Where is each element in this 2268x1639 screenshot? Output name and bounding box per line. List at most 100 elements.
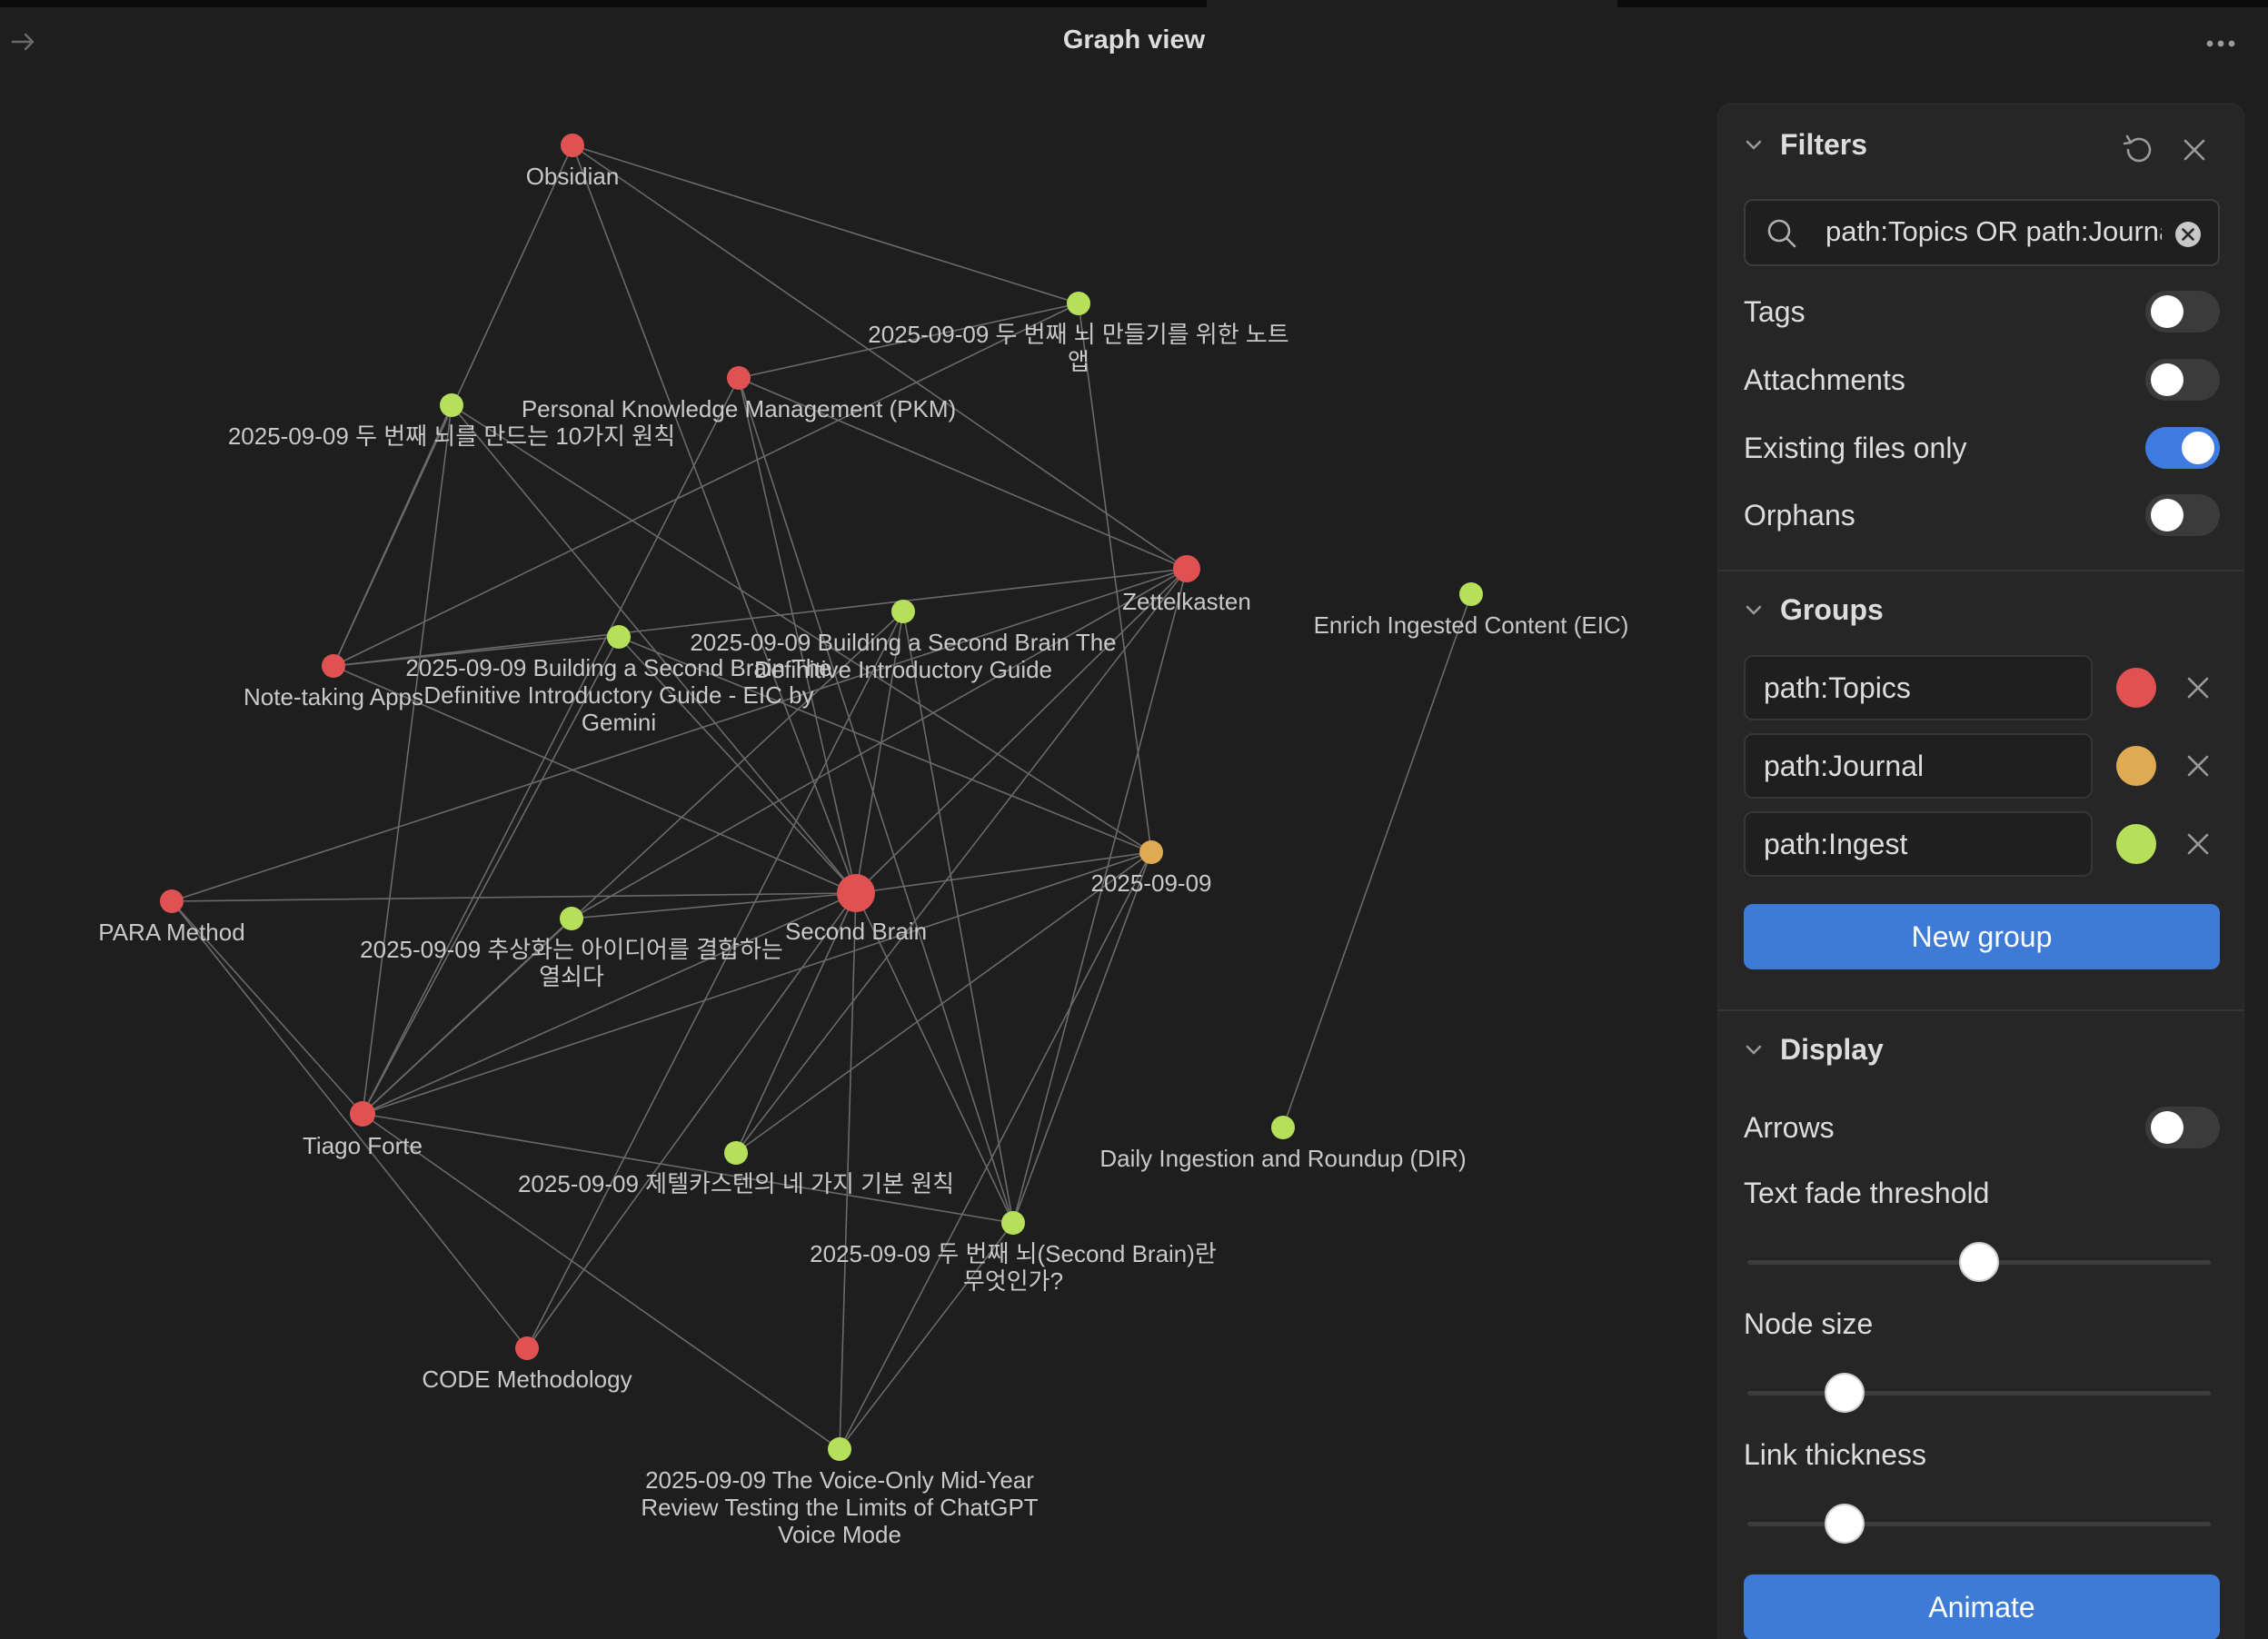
toggle-knob bbox=[2151, 363, 2183, 396]
groups-header[interactable]: Groups bbox=[1742, 593, 1884, 627]
graph-node-label: 2025-09-09 The Voice-Only Mid-Year Review… bbox=[641, 1466, 1038, 1548]
slider-track bbox=[1747, 1522, 2211, 1526]
graph-node-para[interactable] bbox=[160, 889, 184, 913]
graph-node-label: CODE Methodology bbox=[422, 1366, 632, 1393]
text-fade-label: Text fade threshold bbox=[1744, 1177, 1990, 1209]
slider-track bbox=[1747, 1391, 2211, 1396]
more-options-icon[interactable] bbox=[2199, 25, 2243, 62]
groups-section: Groups path:Topics path:Journal path:Ing… bbox=[1718, 571, 2243, 1009]
link-thickness-slider[interactable] bbox=[1747, 1504, 2211, 1544]
graph-node-bsb-intro[interactable] bbox=[891, 600, 915, 623]
toggle-knob bbox=[2151, 499, 2183, 531]
group-query-input[interactable]: path:Ingest bbox=[1744, 811, 2093, 877]
graph-canvas[interactable]: Obsidian 2025-09-09 두 번째 뇌 만들기를 위한 노트 앱 Per… bbox=[0, 73, 1708, 1639]
graph-node-label: 2025-09-09 추상화는 아이디어를 결합하는 열쇠다 bbox=[360, 936, 783, 990]
graph-edge bbox=[362, 851, 1152, 1115]
graph-node-label: Enrich Ingested Content (EIC) bbox=[1314, 611, 1629, 639]
group-color-picker[interactable] bbox=[2116, 668, 2156, 708]
groups-title: Groups bbox=[1780, 593, 1884, 626]
remove-group-icon[interactable] bbox=[2180, 748, 2216, 784]
graph-node-ten-principles[interactable] bbox=[440, 393, 463, 417]
group-row: path:Topics bbox=[1744, 655, 2220, 720]
graph-edge bbox=[362, 1113, 841, 1450]
filters-header[interactable]: Filters bbox=[1742, 128, 1867, 162]
link-thickness-label: Link thickness bbox=[1744, 1438, 1926, 1471]
group-query-input[interactable]: path:Topics bbox=[1744, 655, 2093, 720]
graph-node-journal-0909[interactable] bbox=[1139, 840, 1163, 864]
tags-toggle[interactable] bbox=[2145, 291, 2220, 333]
window-top-strip bbox=[1617, 0, 2268, 7]
clear-search-icon[interactable] bbox=[2173, 219, 2203, 250]
node-size-slider[interactable] bbox=[1747, 1373, 2211, 1413]
graph-edge bbox=[333, 303, 1079, 667]
graph-node-second-brain-app[interactable] bbox=[1067, 292, 1090, 315]
orphans-toggle[interactable] bbox=[2145, 494, 2220, 536]
tags-label: Tags bbox=[1744, 294, 1805, 328]
display-section: Display Arrows Text fade threshold Node … bbox=[1718, 1011, 2243, 1639]
slider-thumb[interactable] bbox=[1825, 1504, 1865, 1544]
graph-node-tiago[interactable] bbox=[350, 1101, 375, 1127]
graph-edge bbox=[1078, 303, 1152, 853]
reset-icon[interactable] bbox=[2118, 130, 2158, 170]
graph-node-voice-review[interactable] bbox=[828, 1437, 851, 1461]
graph-labels: Obsidian 2025-09-09 두 번째 뇌 만들기를 위한 노트 앱 Per… bbox=[98, 163, 1628, 1548]
graph-node-label: 2025-09-09 두 번째 뇌 만들기를 위한 노트 앱 bbox=[868, 321, 1288, 375]
graph-node-pkm[interactable] bbox=[727, 366, 751, 390]
graph-node-label: 2025-09-09 제텔카스텐의 네 가지 기본 원칙 bbox=[518, 1170, 954, 1197]
graph-edge bbox=[362, 404, 453, 1115]
graph-node-code[interactable] bbox=[515, 1336, 539, 1360]
toggle-knob bbox=[2151, 295, 2183, 328]
graph-settings-panel: Filters path:Topics OR path:Journal Tags… bbox=[1717, 104, 2244, 1639]
filters-title: Filters bbox=[1780, 128, 1868, 161]
graph-node-label: Daily Ingestion and Roundup (DIR) bbox=[1099, 1145, 1466, 1172]
graph-node-label: Zettelkasten bbox=[1122, 588, 1251, 615]
graph-node-four-principles[interactable] bbox=[724, 1141, 748, 1165]
search-value[interactable]: path:Topics OR path:Journal bbox=[1825, 215, 2162, 248]
graph-node-label: PARA Method bbox=[98, 919, 244, 946]
arrows-row: Arrows bbox=[1744, 1102, 2220, 1153]
slider-thumb[interactable] bbox=[1959, 1242, 1999, 1282]
chevron-down-icon bbox=[1746, 605, 1762, 614]
remove-group-icon[interactable] bbox=[2180, 670, 2216, 706]
group-query-input[interactable]: path:Journal bbox=[1744, 733, 2093, 799]
existing-files-toggle[interactable] bbox=[2145, 427, 2220, 469]
remove-group-icon[interactable] bbox=[2180, 826, 2216, 862]
graph-node-note-taking-apps[interactable] bbox=[322, 654, 345, 678]
graph-node-label: Personal Knowledge Management (PKM) bbox=[522, 395, 956, 422]
graph-node-what-is-sb[interactable] bbox=[1001, 1211, 1025, 1235]
new-group-button[interactable]: New group bbox=[1744, 904, 2220, 969]
graph-edge bbox=[362, 892, 857, 1115]
graph-edge bbox=[571, 568, 1188, 919]
existing-files-row: Existing files only bbox=[1744, 422, 2220, 473]
graph-node-eic[interactable] bbox=[1459, 582, 1483, 606]
graph-edge bbox=[1282, 593, 1472, 1128]
group-color-picker[interactable] bbox=[2116, 746, 2156, 786]
display-header[interactable]: Display bbox=[1742, 1033, 1884, 1067]
graph-node-second-brain[interactable] bbox=[837, 874, 875, 912]
graph-edge bbox=[571, 892, 857, 919]
group-color-picker[interactable] bbox=[2116, 824, 2156, 864]
graph-node-label: Note-taking Apps bbox=[244, 683, 423, 710]
toggle-knob bbox=[2182, 432, 2214, 464]
graph-node-zettelkasten[interactable] bbox=[1173, 555, 1200, 582]
graph-edge bbox=[362, 377, 740, 1115]
graph-node-abstract-ideas[interactable] bbox=[560, 907, 583, 930]
graph-edge bbox=[362, 1113, 1014, 1224]
attachments-toggle[interactable] bbox=[2145, 359, 2220, 401]
filters-section: Filters path:Topics OR path:Journal Tags… bbox=[1718, 104, 2243, 570]
text-fade-slider[interactable] bbox=[1747, 1242, 2211, 1282]
search-input[interactable]: path:Topics OR path:Journal bbox=[1744, 199, 2220, 266]
graph-edge bbox=[171, 900, 528, 1349]
attachments-label: Attachments bbox=[1744, 363, 1905, 396]
animate-button[interactable]: Animate bbox=[1744, 1574, 2220, 1639]
orphans-row: Orphans bbox=[1744, 490, 2220, 541]
arrows-toggle[interactable] bbox=[2145, 1107, 2220, 1148]
tags-row: Tags bbox=[1744, 286, 2220, 337]
slider-thumb[interactable] bbox=[1825, 1373, 1865, 1413]
chevron-down-icon bbox=[1746, 1045, 1762, 1054]
graph-node-bsb-gemini[interactable] bbox=[607, 625, 631, 649]
close-icon[interactable] bbox=[2174, 130, 2214, 170]
graph-node-dir[interactable] bbox=[1271, 1116, 1295, 1139]
search-icon bbox=[1767, 219, 1796, 248]
graph-node-obsidian[interactable] bbox=[561, 134, 584, 157]
